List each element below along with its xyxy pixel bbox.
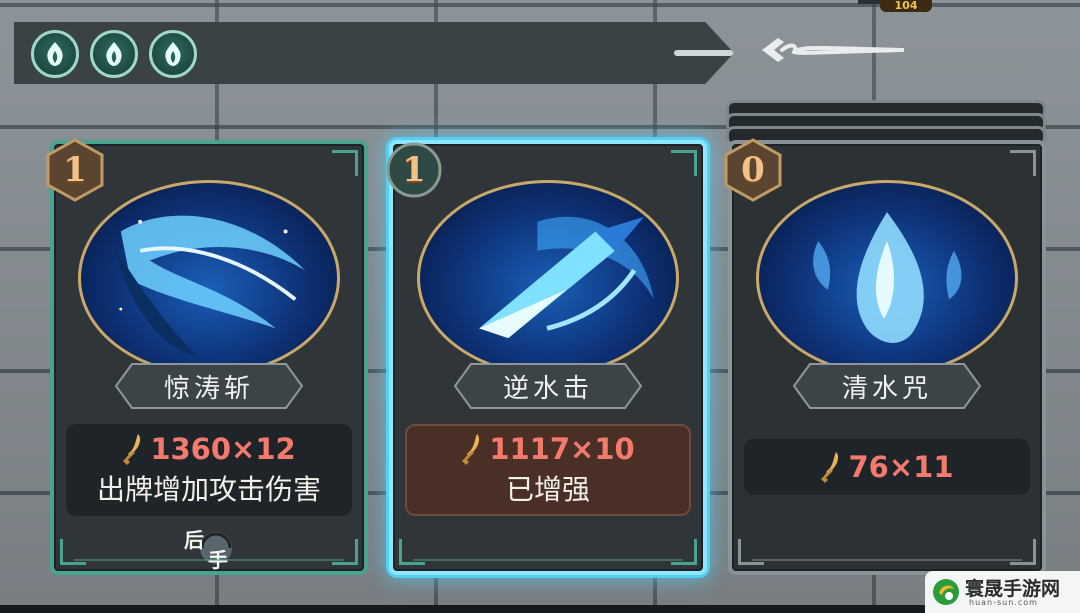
- card-description: 1360×12 出牌增加攻击伤害: [66, 424, 352, 516]
- energy-orb-2: [90, 30, 138, 78]
- card-art: [78, 180, 340, 376]
- watermark-url: huan-sun.com: [969, 598, 1038, 607]
- watermark-title: 寰晟手游网: [965, 578, 1061, 600]
- cost-value: 1: [402, 150, 426, 190]
- card-name: 逆水击: [502, 373, 593, 404]
- skill-card-3[interactable]: 0 清水咒 76×11: [724, 138, 1046, 575]
- card-bottom-ornament: [413, 559, 683, 561]
- skill-card-2[interactable]: 1 逆水击 1117×10 已增强: [386, 140, 707, 575]
- card-name-plate: 惊涛斩: [114, 362, 304, 410]
- card-name-plate: 逆水击: [453, 362, 643, 410]
- cost-value: 1: [63, 150, 87, 190]
- bar-ribbon: [674, 50, 734, 56]
- cost-badge: 1: [385, 138, 443, 202]
- card-description: 1117×10 已增强: [405, 424, 691, 516]
- card-corner-ornament: [332, 539, 358, 565]
- sword-icon: [821, 452, 839, 483]
- wave-slash-icon: [111, 215, 305, 358]
- card-name-plate: 清水咒: [792, 362, 982, 410]
- cost-badge: 0: [724, 138, 782, 202]
- damage-value: 1117×10: [489, 432, 635, 466]
- site-logo-icon: [933, 579, 959, 605]
- damage-value: 76×11: [848, 450, 954, 484]
- card-corner-ornament: [671, 539, 697, 565]
- card-bottom-ornament: [752, 559, 1022, 561]
- damage-line: 1117×10: [461, 432, 635, 466]
- card-art: [417, 180, 679, 376]
- flame-icon: [165, 42, 181, 66]
- energy-orb-1: [31, 30, 79, 78]
- water-spear-icon: [479, 216, 654, 339]
- damage-line: 76×11: [820, 450, 954, 484]
- skill-card-1[interactable]: 1 惊涛斩 1360×12 出牌增加攻击伤害 后 手: [46, 138, 368, 575]
- card-bottom-ornament: [74, 559, 344, 561]
- card-corner-ornament: [332, 150, 358, 176]
- effect-text: 出牌增加攻击伤害: [96, 473, 321, 506]
- counter-badge: 104: [880, 0, 932, 12]
- card-corner-ornament: [738, 539, 764, 565]
- flame-icon: [106, 42, 122, 66]
- card-art: [756, 180, 1018, 376]
- damage-value: 1360×12: [150, 432, 296, 466]
- water-drop-icon: [813, 212, 962, 343]
- card-corner-ornament: [399, 539, 425, 565]
- card-name: 惊涛斩: [163, 373, 254, 404]
- flame-icon: [47, 42, 63, 66]
- sword-icon: [123, 434, 141, 465]
- bottom-strip: [0, 605, 925, 613]
- energy-orb-3: [149, 30, 197, 78]
- effect-text: 已增强: [505, 473, 590, 506]
- card-description: 76×11: [744, 439, 1030, 495]
- cost-value: 0: [741, 150, 765, 190]
- hand-tag: 后 手: [182, 522, 242, 572]
- card-corner-ornament: [1010, 539, 1036, 565]
- sword-icon: [462, 434, 480, 465]
- card-corner-ornament: [60, 539, 86, 565]
- card-corner-ornament: [1010, 150, 1036, 176]
- cost-badge: 1: [46, 138, 104, 202]
- site-watermark: 寰晟手游网 huan-sun.com: [925, 571, 1080, 613]
- back-arrow-icon[interactable]: [758, 32, 908, 68]
- tag-char-1: 后: [184, 528, 204, 552]
- damage-line: 1360×12: [122, 432, 296, 466]
- card-name: 清水咒: [841, 373, 932, 404]
- card-corner-ornament: [671, 150, 697, 176]
